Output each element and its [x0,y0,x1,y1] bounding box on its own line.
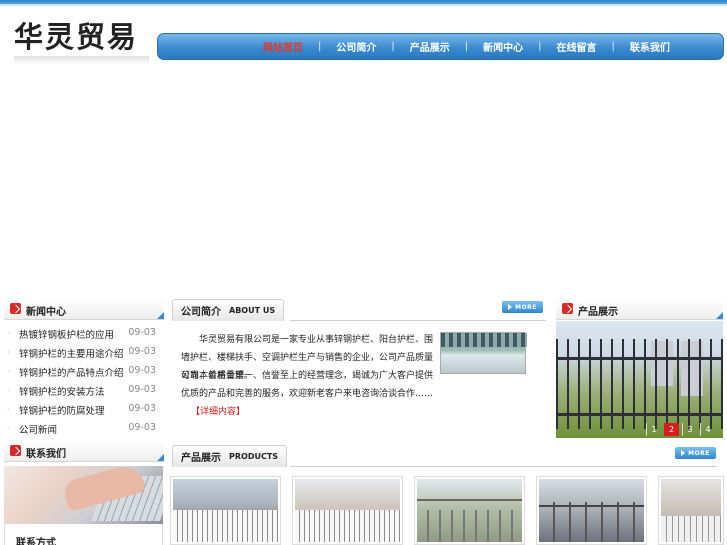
fence-rail [417,499,522,501]
pager-button-1[interactable]: 1 [646,423,661,436]
contact-section-header: 联系我们 [4,441,164,462]
product-photo [417,479,522,542]
fence-shape [539,502,644,542]
fence-shape [661,516,721,542]
products-more-button[interactable]: MORE [675,447,716,459]
product-photo [173,479,278,542]
pager-button-2[interactable]: 2 [664,423,679,436]
pager-button-3[interactable]: 3 [682,423,697,436]
about-paragraph-2: 公司本着质量第一、信誉至上的经营理念，竭诚为广大客户提供优质的产品和完善的服务，… [181,367,439,421]
news-title[interactable]: 锌钢护栏的安装方法 [19,384,105,398]
news-title[interactable]: 锌钢护栏的防腐处理 [19,403,105,417]
showcase-pager: 1 2 3 4 [646,423,715,436]
news-date: 09-03 [128,327,156,338]
list-item[interactable]: · 锌钢护栏的主要用途介绍 09-03 [4,343,164,362]
product-thumb-2[interactable] [292,476,403,545]
about-section-header: 公司简介 ABOUT US [172,299,546,321]
red-arrow-icon [562,303,573,314]
banner-area [0,68,727,296]
red-arrow-icon [10,445,21,456]
news-title[interactable]: 公司新闻 [19,422,57,436]
nav-item-products[interactable]: 产品展示 [395,39,465,54]
bullet-icon: · [7,367,10,376]
site-logo[interactable]: 华灵贸易 [14,18,149,65]
news-date: 09-03 [128,403,156,414]
news-date: 09-03 [128,422,156,433]
showcase-image[interactable] [556,321,723,438]
factory-roof-shape [441,333,527,347]
fence-rail [556,413,723,416]
top-accent-line [0,4,727,6]
bullet-icon: · [7,386,10,395]
main-nav: 网站首页 | 公司简介 | 产品展示 | 新闻中心 | 在线留言 | 联系我们 [157,33,724,60]
products-section-header: 产品展示 PRODUCTS [172,445,717,467]
nav-item-news[interactable]: 新闻中心 [468,39,538,54]
header-rule [290,466,717,467]
news-title[interactable]: 锌钢护栏的主要用途介绍 [19,346,124,360]
logo-text: 华灵贸易 [14,20,139,54]
logo-reflection [14,56,149,65]
product-photo [539,479,644,542]
news-date: 09-03 [128,365,156,376]
product-photo [661,479,721,542]
news-section-title: 新闻中心 [26,307,66,318]
product-photo [295,479,400,542]
fence-shape [417,510,522,542]
nav-item-about[interactable]: 公司简介 [321,39,391,54]
about-title-en: ABOUT US [229,306,276,315]
news-date: 09-03 [128,384,156,395]
products-tab: 产品展示 PRODUCTS [172,445,288,467]
nav-item-home[interactable]: 网站首页 [248,39,318,54]
product-thumb-1[interactable] [170,476,281,545]
showcase-section-title: 产品展示 [578,307,618,318]
red-arrow-icon [10,303,21,314]
product-thumb-3[interactable] [414,476,525,545]
about-more-button[interactable]: MORE [502,301,543,313]
product-thumb-4[interactable] [536,476,647,545]
nav-item-guestbook[interactable]: 在线留言 [542,39,612,54]
nav-item-contact[interactable]: 联系我们 [615,39,685,54]
bullet-icon: · [7,424,10,433]
list-item[interactable]: · 公司新闻 09-03 [4,419,164,438]
products-title-cn: 产品展示 [181,453,221,464]
list-item[interactable]: · 锌钢护栏的产品特点介绍 09-03 [4,362,164,381]
fence-rail [539,505,644,507]
showcase-section-header: 产品展示 [556,299,723,320]
contact-image [4,466,163,524]
product-thumb-5[interactable] [658,476,724,545]
news-section-header: 新闻中心 [4,299,164,320]
about-paragraph-2-text: 公司本着质量第一、信誉至上的经营理念，竭诚为广大客户提供优质的产品和完善的服务，… [181,371,434,399]
corner-triangle-icon [716,312,723,319]
fence-rail [556,357,723,360]
about-read-more-link[interactable]: 【详细内容】 [191,407,245,417]
news-title[interactable]: 热镀锌钢板护栏的应用 [19,327,114,341]
list-item[interactable]: · 热镀锌钢板护栏的应用 09-03 [4,324,164,343]
list-item[interactable]: · 锌钢护栏的防腐处理 09-03 [4,400,164,419]
news-list: · 热镀锌钢板护栏的应用 09-03 · 锌钢护栏的主要用途介绍 09-03 ·… [4,324,164,438]
bullet-icon: · [7,329,10,338]
contact-section-title: 联系我们 [26,449,66,460]
news-date: 09-03 [128,346,156,357]
corner-triangle-icon [157,312,164,319]
bullet-icon: · [7,405,10,414]
pager-button-4[interactable]: 4 [700,423,715,436]
about-title-cn: 公司简介 [181,307,221,318]
contact-label: 联系方式 [16,538,56,545]
header-rule [290,320,546,321]
fence-shape [295,510,400,542]
products-title-en: PRODUCTS [229,452,279,461]
bullet-icon: · [7,348,10,357]
corner-triangle-icon [157,454,164,461]
news-title[interactable]: 锌钢护栏的产品特点介绍 [19,365,124,379]
about-image [440,332,527,374]
about-tab: 公司简介 ABOUT US [172,299,285,321]
list-item[interactable]: · 锌钢护栏的安装方法 09-03 [4,381,164,400]
fence-shape [173,510,278,542]
